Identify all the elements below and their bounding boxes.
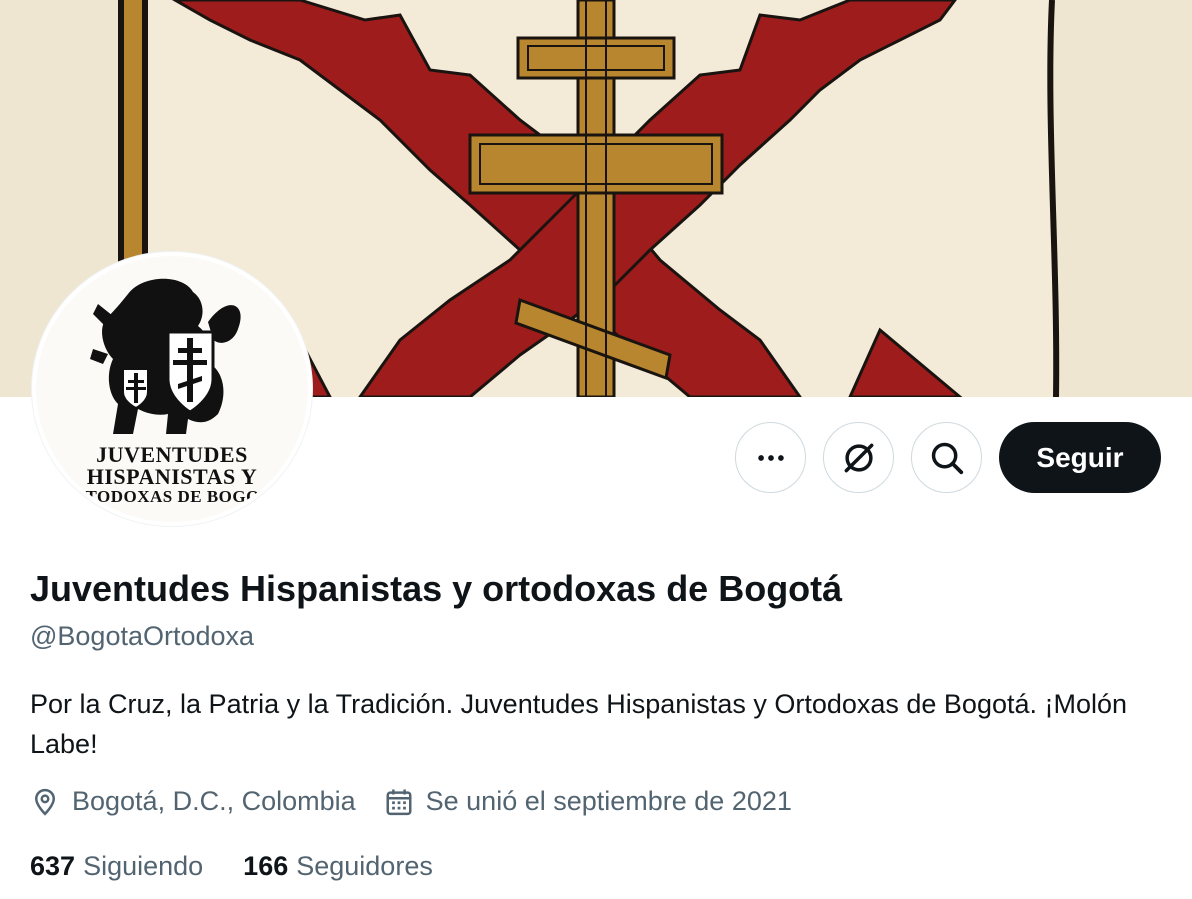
profile-stats: 637 Siguiendo 166 Seguidores (30, 851, 433, 882)
follow-button[interactable]: Seguir (999, 422, 1161, 493)
following-link[interactable]: 637 Siguiendo (30, 851, 203, 882)
grok-icon (844, 443, 873, 472)
profile-bio: Por la Cruz, la Patria y la Tradición. J… (30, 689, 1128, 759)
followers-label: Seguidores (296, 851, 433, 881)
joined-item: Se unió el septiembre de 2021 (384, 786, 792, 817)
avatar-wordmark: JUVENTUDES HISPANISTAS Y ORTODOXAS DE BO… (36, 444, 308, 506)
search-icon (931, 442, 963, 474)
following-label: Siguiendo (83, 851, 204, 881)
avatar-text-line-1: JUVENTUDES (96, 442, 248, 467)
avatar-text-line-3: ORTODOXAS DE BOGOTÁ (59, 487, 285, 506)
avatar-image: JUVENTUDES HISPANISTAS Y ORTODOXAS DE BO… (36, 256, 308, 522)
joined-text: Se unió el septiembre de 2021 (425, 786, 792, 816)
more-horizontal-icon (757, 454, 784, 461)
location-text: Bogotá, D.C., Colombia (72, 786, 356, 816)
user-handle: @BogotaOrtodoxa (30, 621, 255, 651)
avatar-text-line-2: HISPANISTAS Y (86, 464, 258, 489)
profile-avatar[interactable]: JUVENTUDES HISPANISTAS Y ORTODOXAS DE BO… (32, 252, 312, 526)
following-count: 637 (30, 851, 76, 881)
followers-count: 166 (243, 851, 289, 881)
profile-meta: Bogotá, D.C., Colombia Se unió el septie… (30, 786, 792, 817)
location-pin-icon (34, 788, 56, 816)
followers-link[interactable]: 166 Seguidores (243, 851, 433, 882)
more-button[interactable] (735, 422, 806, 493)
location-item: Bogotá, D.C., Colombia (30, 786, 356, 817)
lion-shield-emblem (90, 278, 241, 434)
profile-actions: Seguir (735, 422, 1161, 493)
search-profile-button[interactable] (911, 422, 982, 493)
grok-button[interactable] (823, 422, 894, 493)
display-name: Juventudes Hispanistas y ortodoxas de Bo… (30, 568, 843, 609)
calendar-icon (386, 789, 412, 815)
